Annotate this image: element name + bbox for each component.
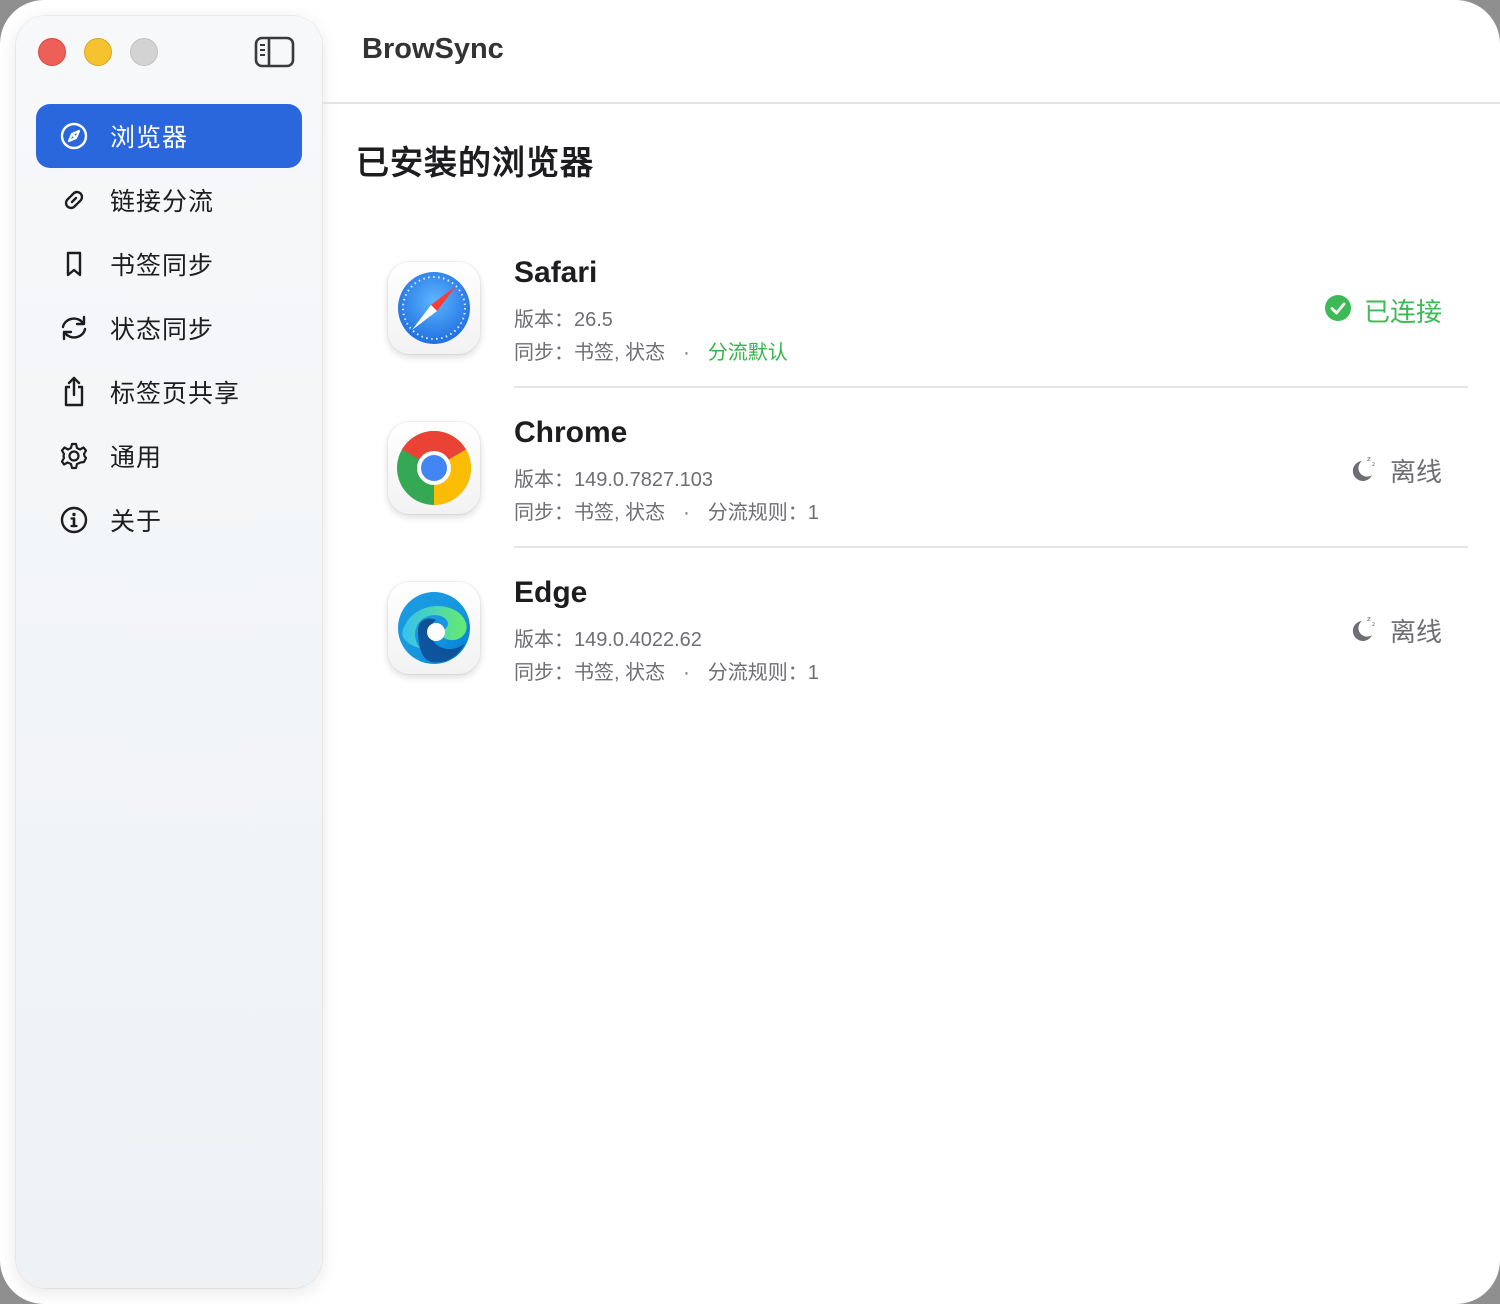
link-icon xyxy=(58,184,90,216)
sidebar-item-label: 标签页共享 xyxy=(110,380,241,408)
svg-text:z: z xyxy=(1372,461,1375,468)
separator-dot: · xyxy=(683,502,690,524)
status-label: 离线 xyxy=(1389,457,1442,487)
browser-row-edge[interactable]: Edge 版本：149.0.4022.62 同步：书签, 状态 · 分流规则：1 z… xyxy=(386,548,1468,708)
routing-rule: 分流默认 xyxy=(707,342,788,364)
sync-icon xyxy=(58,312,90,344)
minimize-window-button[interactable] xyxy=(84,38,112,66)
moon-sleep-icon: z z xyxy=(1348,612,1378,649)
sidebar-item-bookmark-sync[interactable]: 书签同步 xyxy=(36,232,302,296)
browser-name: Chrome xyxy=(514,416,628,449)
safari-icon xyxy=(388,262,480,354)
status-label: 已连接 xyxy=(1363,297,1442,327)
sidebar-item-browsers[interactable]: 浏览器 xyxy=(36,104,302,168)
bookmark-icon xyxy=(58,248,90,280)
sidebar-item-label: 通用 xyxy=(110,444,163,472)
browser-version: 版本：26.5 xyxy=(514,309,613,331)
sidebar-item-state-sync[interactable]: 状态同步 xyxy=(36,296,302,360)
zoom-window-button[interactable] xyxy=(130,38,158,66)
svg-text:z: z xyxy=(1367,455,1371,463)
browser-sync-info: 同步：书签, 状态 · 分流规则：1 xyxy=(514,496,819,525)
status-badge: 已连接 xyxy=(1324,292,1442,329)
browser-sync-info: 同步：书签, 状态 · 分流默认 xyxy=(514,336,788,365)
sidebar-item-link-routing[interactable]: 链接分流 xyxy=(36,168,302,232)
sidebar: 浏览器 链接分流 书签同步 状态同步 标签页共享 通用 关于 xyxy=(16,16,322,1288)
window-title: BrowSync xyxy=(362,33,504,65)
close-window-button[interactable] xyxy=(38,38,66,66)
header-divider xyxy=(322,102,1500,104)
sidebar-item-tab-sharing[interactable]: 标签页共享 xyxy=(36,360,302,424)
sidebar-item-label: 书签同步 xyxy=(110,252,215,280)
sidebar-item-label: 关于 xyxy=(110,508,163,536)
sidebar-item-label: 状态同步 xyxy=(110,316,215,344)
svg-text:z: z xyxy=(1372,621,1375,628)
chrome-icon xyxy=(388,422,480,514)
separator-dot: · xyxy=(683,662,690,684)
status-badge: z z 离线 xyxy=(1348,612,1442,649)
sidebar-nav: 浏览器 链接分流 书签同步 状态同步 标签页共享 通用 关于 xyxy=(36,104,302,552)
sidebar-item-label: 链接分流 xyxy=(110,188,215,216)
gear-icon xyxy=(58,440,90,472)
compass-icon xyxy=(58,120,90,152)
routing-rule: 分流规则：1 xyxy=(707,662,819,684)
browser-version: 版本：149.0.4022.62 xyxy=(514,629,702,651)
status-label: 离线 xyxy=(1389,617,1442,647)
sidebar-item-label: 浏览器 xyxy=(110,124,189,152)
sidebar-item-general[interactable]: 通用 xyxy=(36,424,302,488)
info-icon xyxy=(58,504,90,536)
separator-dot: · xyxy=(683,342,690,364)
browser-row-safari[interactable]: Safari 版本：26.5 同步：书签, 状态 · 分流默认 已连接 xyxy=(386,228,1468,388)
moon-sleep-icon: z z xyxy=(1348,452,1378,489)
share-icon xyxy=(58,376,90,408)
browser-name: Edge xyxy=(514,576,588,609)
sidebar-item-about[interactable]: 关于 xyxy=(36,488,302,552)
edge-icon xyxy=(388,582,480,674)
check-circle-icon xyxy=(1324,294,1352,327)
sync-items: 同步：书签, 状态 xyxy=(514,342,666,364)
sync-items: 同步：书签, 状态 xyxy=(514,662,666,684)
svg-text:z: z xyxy=(1367,615,1371,623)
browser-list: Safari 版本：26.5 同步：书签, 状态 · 分流默认 已连接 Chro… xyxy=(386,228,1468,708)
app-window: 浏览器 链接分流 书签同步 状态同步 标签页共享 通用 关于 BrowSync … xyxy=(0,0,1500,1304)
sync-items: 同步：书签, 状态 xyxy=(514,502,666,524)
routing-rule: 分流规则：1 xyxy=(707,502,819,524)
browser-version: 版本：149.0.7827.103 xyxy=(514,469,714,491)
browser-name: Safari xyxy=(514,256,598,289)
browser-row-chrome[interactable]: Chrome 版本：149.0.7827.103 同步：书签, 状态 · 分流规则：… xyxy=(386,388,1468,548)
sidebar-toggle-icon[interactable] xyxy=(254,36,296,68)
status-badge: z z 离线 xyxy=(1348,452,1442,489)
page-title: 已安装的浏览器 xyxy=(356,144,594,181)
browser-sync-info: 同步：书签, 状态 · 分流规则：1 xyxy=(514,656,819,685)
